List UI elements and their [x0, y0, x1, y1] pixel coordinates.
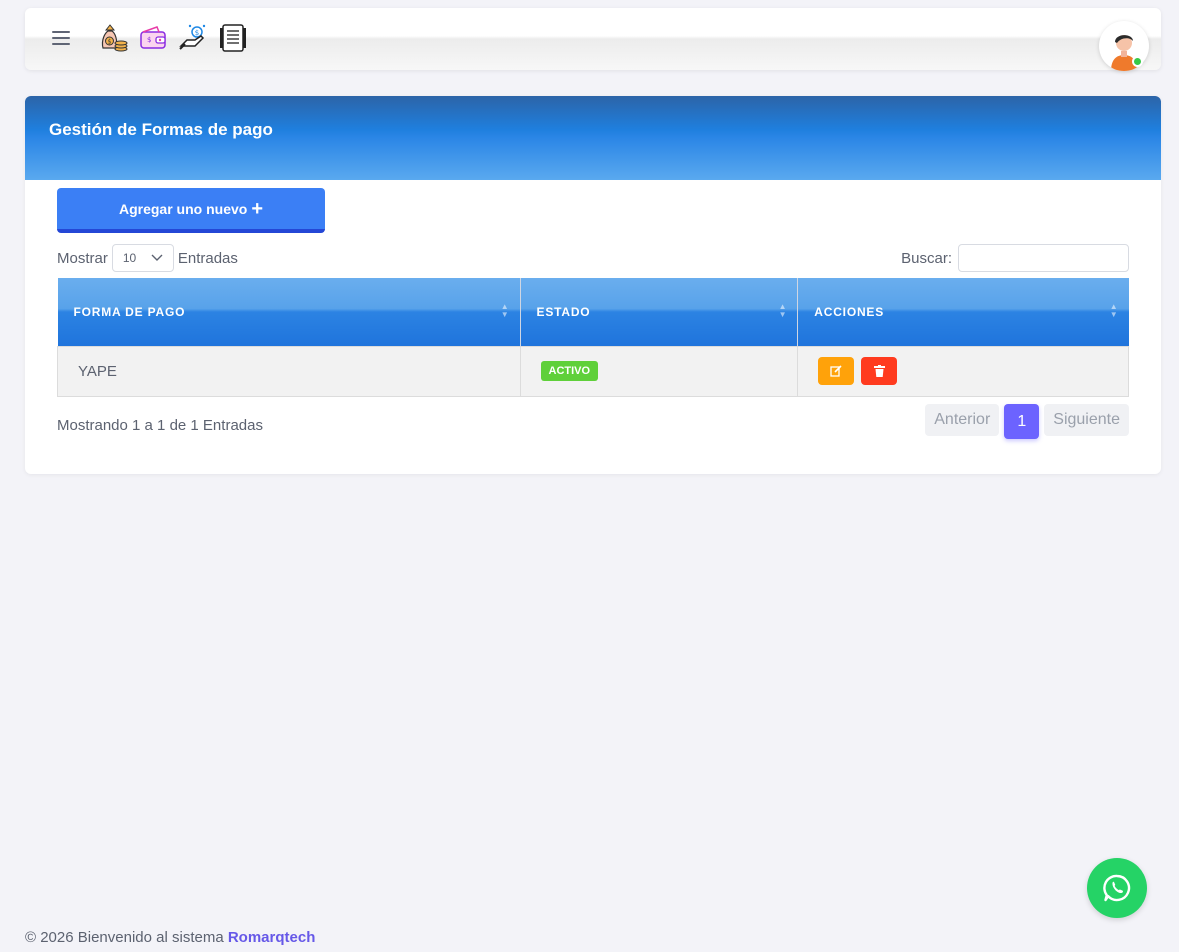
page-length-select[interactable]: 10 — [111, 244, 174, 272]
add-new-button[interactable]: Agregar uno nuevo + — [57, 188, 325, 233]
next-page-button[interactable]: Siguiente — [1044, 404, 1129, 436]
cell-acciones — [797, 345, 1129, 397]
column-header-label: ESTADO — [536, 304, 591, 319]
sort-icon: ▲ ▼ — [500, 302, 510, 319]
search-input[interactable] — [958, 244, 1129, 272]
page-title: Gestión de Formas de pago — [49, 120, 273, 139]
wallet-icon[interactable]: $ — [137, 22, 169, 54]
page-1-button[interactable]: 1 — [1004, 404, 1040, 439]
page-length-value: 10 — [122, 251, 137, 265]
footer: © 2026 Bienvenido al sistema Romarqtech — [25, 929, 315, 946]
pagination: Anterior 1 Siguiente — [925, 404, 1129, 439]
footer-text: © 2026 Bienvenido al sistema — [25, 929, 224, 946]
sort-icon: ▲ ▼ — [1109, 302, 1119, 319]
trash-icon — [873, 365, 885, 377]
card-header: Gestión de Formas de pago — [25, 96, 1161, 180]
column-header-forma-de-pago[interactable]: FORMA DE PAGO ▲ ▼ — [57, 278, 521, 346]
table-header-row: FORMA DE PAGO ▲ ▼ ESTADO ▲ ▼ ACCIONES ▲ ▼ — [57, 278, 1129, 346]
previous-page-button[interactable]: Anterior — [925, 404, 1000, 436]
delete-button[interactable] — [861, 357, 898, 385]
column-header-label: ACCIONES — [814, 304, 885, 319]
entries-label: Entradas — [177, 249, 238, 267]
cell-estado: ACTIVO — [519, 345, 799, 397]
table-info: Mostrando 1 a 1 de 1 Entradas — [57, 417, 263, 434]
payment-methods-table: FORMA DE PAGO ▲ ▼ ESTADO ▲ ▼ ACCIONES ▲ ▼ Y… — [57, 278, 1129, 397]
top-navbar: $ $ $ — [25, 8, 1161, 71]
svg-text:$: $ — [147, 36, 151, 44]
edit-icon — [830, 365, 842, 377]
hand-money-icon[interactable]: $ — [177, 22, 209, 54]
column-header-label: FORMA DE PAGO — [73, 304, 186, 319]
money-bag-icon[interactable]: $ — [97, 22, 129, 54]
svg-text:$: $ — [195, 29, 199, 37]
cell-forma-de-pago: YAPE — [57, 345, 521, 397]
online-status-dot — [1132, 56, 1143, 67]
status-badge: ACTIVO — [540, 361, 599, 381]
column-header-acciones[interactable]: ACCIONES ▲ ▼ — [797, 278, 1129, 346]
page-length-control: Mostrar 10 Entradas — [57, 244, 238, 272]
search-label: Buscar: — [901, 249, 952, 267]
footer-brand-link[interactable]: Romarqtech — [228, 929, 316, 946]
whatsapp-icon — [1103, 874, 1131, 902]
add-new-label: Agregar uno nuevo — [118, 200, 248, 217]
nav-shortcuts: $ $ $ — [97, 22, 249, 54]
chevron-down-icon — [151, 254, 163, 261]
sort-icon: ▲ ▼ — [778, 302, 788, 319]
column-header-estado[interactable]: ESTADO ▲ ▼ — [520, 278, 799, 346]
search-control: Buscar: — [901, 244, 1129, 272]
plus-icon: + — [251, 197, 264, 220]
receipt-icon[interactable] — [217, 22, 249, 54]
table-row: YAPE ACTIVO — [57, 345, 1129, 397]
menu-icon[interactable] — [52, 31, 70, 45]
show-label: Mostrar — [57, 249, 108, 267]
edit-button[interactable] — [818, 357, 855, 385]
whatsapp-button[interactable] — [1087, 858, 1147, 918]
payment-methods-card: Gestión de Formas de pago Agregar uno nu… — [25, 96, 1161, 474]
svg-text:$: $ — [108, 39, 112, 46]
